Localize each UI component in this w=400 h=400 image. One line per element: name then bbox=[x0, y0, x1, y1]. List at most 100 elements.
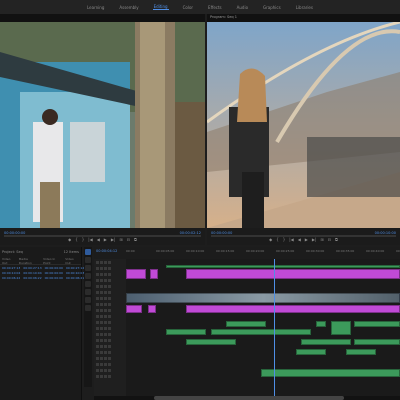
track-toggle-icon[interactable] bbox=[108, 266, 111, 270]
track-toggle-icon[interactable] bbox=[96, 362, 99, 366]
column-header[interactable]: Video In Point bbox=[43, 257, 62, 265]
track-toggle-icon[interactable] bbox=[104, 326, 107, 330]
column-header[interactable]: Media Duration bbox=[19, 257, 40, 265]
track-toggle-icon[interactable] bbox=[96, 314, 99, 318]
video-clip[interactable] bbox=[126, 305, 142, 313]
track-toggle-icon[interactable] bbox=[104, 344, 107, 348]
track-toggle-icon[interactable] bbox=[96, 326, 99, 330]
track-toggle-icon[interactable] bbox=[100, 344, 103, 348]
hand-tool-icon[interactable] bbox=[85, 297, 91, 303]
video-clip[interactable] bbox=[186, 305, 400, 313]
video-clip[interactable] bbox=[148, 305, 156, 313]
track-toggle-icon[interactable] bbox=[100, 362, 103, 366]
track-toggle-icon[interactable] bbox=[104, 356, 107, 360]
timeline-panel[interactable]: 00:00:04:12 00:00 00:00:05:00 00:00:10:00 0… bbox=[94, 247, 400, 400]
pen-tool-icon[interactable] bbox=[85, 289, 91, 295]
transport-button-7[interactable]: ⊞ bbox=[119, 237, 122, 243]
track-toggle-icon[interactable] bbox=[104, 296, 107, 300]
track-toggle-icon[interactable] bbox=[104, 260, 107, 264]
program-video-frame[interactable] bbox=[207, 22, 400, 228]
workspace-tab-learning[interactable]: Learning bbox=[86, 5, 105, 10]
audio-clip[interactable] bbox=[301, 339, 351, 345]
transport-button-9[interactable]: ⧉ bbox=[335, 237, 338, 243]
transport-button-6[interactable]: ▶| bbox=[312, 237, 316, 243]
transport-button-0[interactable]: ◆ bbox=[68, 237, 71, 243]
list-item[interactable]: 00:00:06:22 00:00:06:22 00:00:00:00 00:00:0… bbox=[0, 275, 84, 280]
track-toggle-icon[interactable] bbox=[100, 356, 103, 360]
track-toggle-icon[interactable] bbox=[100, 338, 103, 342]
workspace-tab-effects[interactable]: Effects bbox=[207, 5, 223, 10]
scroll-thumb[interactable] bbox=[154, 396, 344, 400]
track-toggle-icon[interactable] bbox=[96, 332, 99, 336]
track-toggle-icon[interactable] bbox=[100, 308, 103, 312]
timeline-ruler[interactable]: 00:00 00:00:05:00 00:00:10:00 00:00:15:00 00… bbox=[126, 247, 400, 257]
track-toggle-icon[interactable] bbox=[100, 374, 103, 378]
track-toggle-icon[interactable] bbox=[96, 320, 99, 324]
transport-button-0[interactable]: ◆ bbox=[269, 237, 272, 243]
razor-tool-icon[interactable] bbox=[85, 273, 91, 279]
track-toggle-icon[interactable] bbox=[108, 296, 111, 300]
track-toggle-icon[interactable] bbox=[96, 284, 99, 288]
workspace-tab-audio[interactable]: Audio bbox=[236, 5, 249, 10]
transport-button-5[interactable]: ▶ bbox=[305, 237, 308, 243]
transport-button-8[interactable]: ⊟ bbox=[127, 237, 130, 243]
track-toggle-icon[interactable] bbox=[96, 308, 99, 312]
track-toggle-icon[interactable] bbox=[100, 290, 103, 294]
track-toggle-icon[interactable] bbox=[96, 266, 99, 270]
track-toggle-icon[interactable] bbox=[96, 374, 99, 378]
transport-button-4[interactable]: ◀ bbox=[298, 237, 301, 243]
transport-button-8[interactable]: ⊟ bbox=[328, 237, 331, 243]
track-toggle-icon[interactable] bbox=[104, 302, 107, 306]
workspace-tab-editing[interactable]: Editing bbox=[152, 4, 169, 10]
audio-clip[interactable] bbox=[354, 339, 400, 345]
track-toggle-icon[interactable] bbox=[108, 338, 111, 342]
track-toggle-icon[interactable] bbox=[100, 314, 103, 318]
track-toggle-icon[interactable] bbox=[108, 332, 111, 336]
video-clip[interactable] bbox=[150, 269, 158, 279]
audio-clip[interactable] bbox=[186, 339, 236, 345]
track-toggle-icon[interactable] bbox=[108, 356, 111, 360]
track-toggle-icon[interactable] bbox=[108, 368, 111, 372]
audio-clip[interactable] bbox=[166, 329, 206, 335]
transport-button-3[interactable]: |◀ bbox=[88, 237, 92, 243]
track-toggle-icon[interactable] bbox=[108, 272, 111, 276]
track-toggle-icon[interactable] bbox=[100, 350, 103, 354]
timeline-scrollbar[interactable] bbox=[94, 396, 400, 400]
audio-clip[interactable] bbox=[354, 321, 400, 327]
track-toggle-icon[interactable] bbox=[104, 350, 107, 354]
track-toggle-icon[interactable] bbox=[100, 326, 103, 330]
track-toggle-icon[interactable] bbox=[100, 296, 103, 300]
audio-clip[interactable] bbox=[226, 321, 266, 327]
transport-button-1[interactable]: { bbox=[75, 237, 78, 243]
track-toggle-icon[interactable] bbox=[108, 302, 111, 306]
track-toggle-icon[interactable] bbox=[104, 278, 107, 282]
workspace-tab-assembly[interactable]: Assembly bbox=[118, 5, 139, 10]
track-toggle-icon[interactable] bbox=[100, 266, 103, 270]
transport-button-4[interactable]: ◀ bbox=[97, 237, 100, 243]
track-lanes[interactable] bbox=[126, 259, 400, 400]
timeline-timecode[interactable]: 00:00:04:12 bbox=[96, 249, 117, 253]
selection-tool-icon[interactable] bbox=[85, 249, 91, 255]
adjustment-clip[interactable] bbox=[166, 265, 400, 268]
transport-button-5[interactable]: ▶ bbox=[104, 237, 107, 243]
track-toggle-icon[interactable] bbox=[108, 320, 111, 324]
track-toggle-icon[interactable] bbox=[108, 326, 111, 330]
track-toggle-icon[interactable] bbox=[104, 290, 107, 294]
track-toggle-icon[interactable] bbox=[108, 284, 111, 288]
track-toggle-icon[interactable] bbox=[104, 332, 107, 336]
video-clip-thumbnails[interactable] bbox=[126, 293, 400, 303]
transport-button-2[interactable]: } bbox=[283, 237, 286, 243]
transport-button-2[interactable]: } bbox=[82, 237, 85, 243]
playhead[interactable] bbox=[274, 259, 275, 400]
track-toggle-icon[interactable] bbox=[96, 272, 99, 276]
track-toggle-icon[interactable] bbox=[96, 344, 99, 348]
track-toggle-icon[interactable] bbox=[108, 344, 111, 348]
transport-button-9[interactable]: ⧉ bbox=[134, 237, 137, 243]
track-toggle-icon[interactable] bbox=[108, 260, 111, 264]
audio-clip[interactable] bbox=[316, 321, 326, 327]
transport-button-6[interactable]: ▶| bbox=[111, 237, 115, 243]
track-toggle-icon[interactable] bbox=[100, 320, 103, 324]
track-toggle-icon[interactable] bbox=[104, 272, 107, 276]
track-toggle-icon[interactable] bbox=[104, 374, 107, 378]
track-toggle-icon[interactable] bbox=[100, 332, 103, 336]
